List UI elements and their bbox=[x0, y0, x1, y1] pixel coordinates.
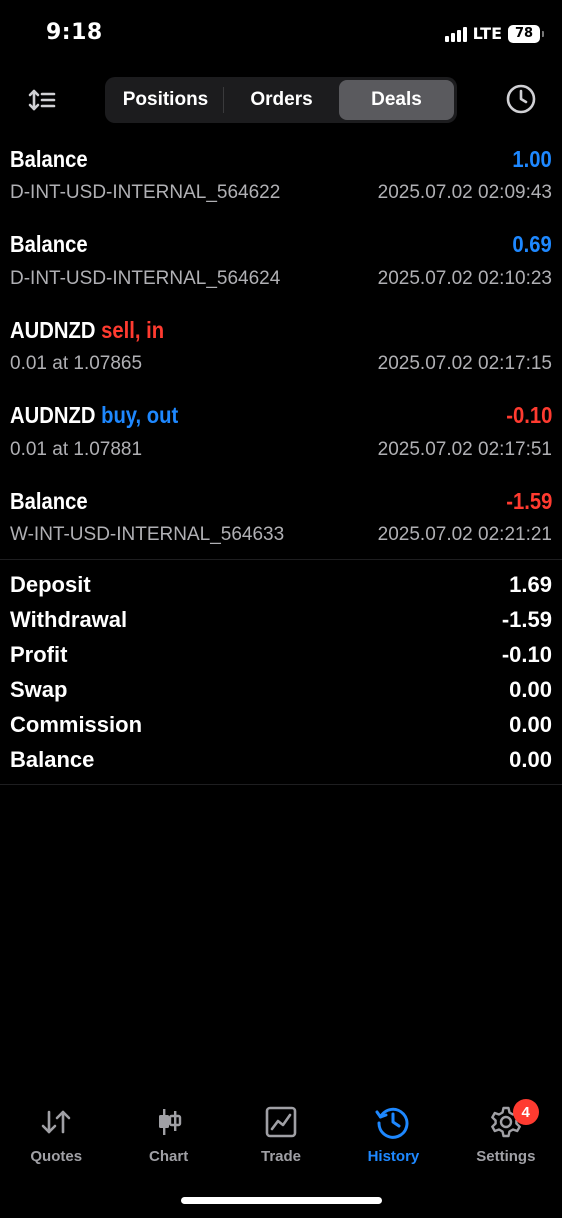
tab-positions[interactable]: Positions bbox=[108, 80, 223, 120]
tab-deals[interactable]: Deals bbox=[339, 80, 454, 120]
tab-label: Trade bbox=[261, 1148, 302, 1165]
tab-settings[interactable]: Settings 4 bbox=[450, 1096, 562, 1176]
quotes-arrows-icon bbox=[36, 1102, 76, 1142]
summary-label: Withdrawal bbox=[10, 606, 128, 632]
summary-row-profit: Profit -0.10 bbox=[0, 637, 562, 672]
deal-row[interactable]: AUDNZD buy, out -0.10 0.01 at 1.07881 20… bbox=[0, 395, 562, 481]
summary-value: -0.10 bbox=[501, 641, 552, 667]
tab-label: Quotes bbox=[30, 1148, 83, 1165]
deal-title: AUDNZD buy, out bbox=[10, 402, 179, 428]
summary-section: Deposit 1.69 Withdrawal -1.59 Profit -0.… bbox=[0, 567, 562, 777]
tab-trade[interactable]: Trade bbox=[225, 1096, 337, 1176]
deal-amount: 1.00 bbox=[512, 145, 552, 172]
candlestick-icon bbox=[149, 1102, 189, 1142]
sort-button[interactable] bbox=[24, 84, 60, 116]
deals-list: Balance 1.00 D-INT-USD-INTERNAL_564622 2… bbox=[0, 138, 562, 566]
deal-title: Balance bbox=[10, 145, 88, 172]
summary-label: Balance bbox=[10, 746, 95, 772]
summary-value: 0.00 bbox=[509, 676, 552, 702]
deal-time: 2025.07.02 02:17:15 bbox=[377, 353, 552, 374]
divider bbox=[0, 559, 562, 560]
history-segmented-control: Positions Orders Deals bbox=[105, 77, 457, 123]
deal-row[interactable]: Balance -1.59 W-INT-USD-INTERNAL_564633 … bbox=[0, 480, 562, 566]
deal-row[interactable]: Balance 0.69 D-INT-USD-INTERNAL_564624 2… bbox=[0, 224, 562, 310]
deal-time: 2025.07.02 02:09:43 bbox=[377, 182, 552, 203]
tab-orders[interactable]: Orders bbox=[224, 80, 339, 120]
clock-icon bbox=[506, 84, 536, 114]
divider bbox=[0, 784, 562, 785]
period-button[interactable] bbox=[504, 82, 538, 116]
deal-row[interactable]: AUDNZD sell, in 0.01 at 1.07865 2025.07.… bbox=[0, 309, 562, 395]
summary-row-commission: Commission 0.00 bbox=[0, 707, 562, 742]
bottom-tab-bar: Quotes Chart Trade History Settings 4 bbox=[0, 1096, 562, 1176]
deal-side: sell, in bbox=[101, 316, 165, 343]
deal-comment: W-INT-USD-INTERNAL_564633 bbox=[10, 524, 285, 545]
deal-title: AUDNZD sell, in bbox=[10, 316, 165, 343]
summary-value: 0.00 bbox=[509, 711, 552, 737]
deal-amount: -1.59 bbox=[505, 487, 552, 514]
deal-comment: D-INT-USD-INTERNAL_564624 bbox=[10, 267, 281, 289]
summary-row-deposit: Deposit 1.69 bbox=[0, 567, 562, 602]
notification-badge: 4 bbox=[512, 1099, 539, 1125]
deal-title: Balance bbox=[10, 231, 88, 257]
home-indicator[interactable] bbox=[181, 1197, 382, 1204]
deal-time: 2025.07.02 02:17:51 bbox=[377, 438, 552, 460]
summary-label: Commission bbox=[10, 711, 143, 737]
tab-label: History bbox=[367, 1148, 420, 1165]
deal-comment: D-INT-USD-INTERNAL_564622 bbox=[10, 182, 281, 203]
deal-volume-price: 0.01 at 1.07881 bbox=[10, 438, 143, 460]
battery-icon: 78 bbox=[508, 24, 544, 43]
deal-amount: 0.69 bbox=[512, 231, 552, 257]
sort-icon bbox=[28, 89, 56, 111]
tab-history[interactable]: History bbox=[337, 1096, 449, 1176]
summary-label: Deposit bbox=[10, 571, 91, 597]
deal-volume-price: 0.01 at 1.07865 bbox=[10, 353, 143, 374]
tab-label: Settings bbox=[476, 1148, 536, 1165]
status-time: 9:18 bbox=[46, 20, 103, 45]
summary-label: Profit bbox=[10, 641, 68, 667]
tab-label: Chart bbox=[149, 1148, 189, 1165]
deal-side: buy, out bbox=[101, 402, 179, 428]
trade-chart-icon bbox=[261, 1102, 301, 1142]
summary-row-swap: Swap 0.00 bbox=[0, 672, 562, 707]
summary-value: 0.00 bbox=[509, 746, 552, 772]
deal-time: 2025.07.02 02:10:23 bbox=[377, 267, 552, 289]
network-type: LTE bbox=[472, 24, 502, 43]
history-toolbar: Positions Orders Deals bbox=[0, 76, 562, 124]
history-clock-icon bbox=[373, 1102, 413, 1142]
deal-time: 2025.07.02 02:21:21 bbox=[377, 524, 552, 545]
summary-value: -1.59 bbox=[501, 606, 552, 632]
deal-row[interactable]: Balance 1.00 D-INT-USD-INTERNAL_564622 2… bbox=[0, 138, 562, 224]
status-indicators: LTE 78 bbox=[444, 24, 544, 43]
tab-chart[interactable]: Chart bbox=[112, 1096, 224, 1176]
tab-quotes[interactable]: Quotes bbox=[0, 1096, 112, 1176]
cellular-signal-icon bbox=[444, 26, 467, 42]
deal-title: Balance bbox=[10, 487, 88, 514]
summary-value: 1.69 bbox=[509, 571, 552, 597]
status-bar: 9:18 LTE 78 bbox=[0, 0, 562, 68]
summary-row-balance: Balance 0.00 bbox=[0, 742, 562, 777]
summary-label: Swap bbox=[10, 676, 68, 702]
summary-row-withdrawal: Withdrawal -1.59 bbox=[0, 602, 562, 637]
deal-amount: -0.10 bbox=[505, 402, 552, 428]
